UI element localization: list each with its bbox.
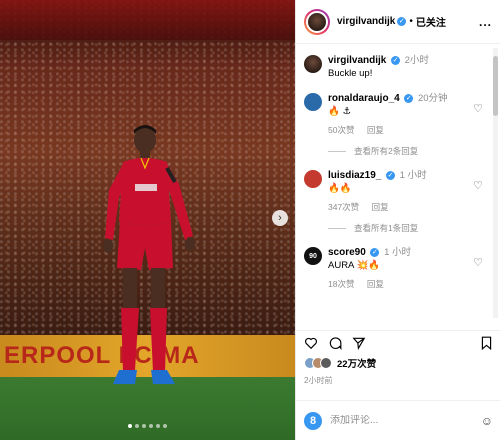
like-comment-icon[interactable]: ♡: [473, 102, 483, 115]
following-button[interactable]: 已关注: [416, 14, 446, 29]
comment-time: 1 小时: [399, 170, 427, 181]
author-username[interactable]: virgilvandijk: [337, 16, 395, 27]
like-comment-icon[interactable]: ♡: [473, 179, 483, 192]
scrollbar-thumb[interactable]: [493, 56, 498, 116]
bookmark-icon[interactable]: [480, 336, 493, 350]
like-comment-icon[interactable]: ♡: [473, 256, 483, 269]
comment-likes[interactable]: 347次赞: [328, 202, 359, 212]
comment-likes[interactable]: 18次赞: [328, 279, 354, 289]
view-replies-button[interactable]: 查看所有1条回复: [328, 222, 483, 234]
comment-likes[interactable]: 50次赞: [328, 125, 354, 135]
comment-text: 🔥 ⚓: [328, 106, 351, 117]
next-slide-button[interactable]: ›: [272, 210, 288, 226]
caption: virgilvandijk ✓ 2小时 Buckle up!: [304, 54, 483, 80]
comment-avatar[interactable]: [304, 170, 322, 188]
more-options-icon[interactable]: ...: [479, 15, 492, 29]
carousel-dot: [156, 424, 160, 428]
caption-text: Buckle up!: [328, 68, 373, 79]
carousel-dot: [163, 424, 167, 428]
comment-username[interactable]: ronaldaraujo_4: [328, 93, 400, 104]
likes-count[interactable]: 22万次赞: [337, 356, 376, 370]
comment-avatar[interactable]: [304, 93, 322, 111]
verified-badge-icon: ✓: [386, 170, 395, 180]
carousel-dot: [142, 424, 146, 428]
emoji-icon[interactable]: ☺: [481, 414, 493, 428]
caption-avatar[interactable]: [304, 55, 322, 73]
liker-avatar: [320, 357, 332, 369]
post-header: virgilvandijk ✓ • 已关注 ...: [296, 0, 500, 44]
like-icon[interactable]: [304, 336, 318, 350]
reply-button[interactable]: 回复: [372, 202, 389, 212]
likes-summary[interactable]: 22万次赞: [304, 356, 376, 370]
verified-badge-icon: ✓: [391, 55, 400, 65]
carousel-dot: [128, 424, 132, 428]
reply-button[interactable]: 回复: [367, 279, 384, 289]
carousel-indicator: [128, 424, 167, 428]
post-timestamp: 2小时前: [304, 376, 333, 385]
view-replies-label: 查看所有2条回复: [354, 146, 419, 156]
view-replies-button[interactable]: 查看所有2条回复: [328, 145, 483, 157]
view-replies-label: 查看所有1条回复: [354, 223, 419, 233]
post-image[interactable]: ERPOOL FC MA ›: [0, 0, 295, 440]
comments-list: virgilvandijk ✓ 2小时 Buckle up! ronaldara…: [296, 48, 491, 318]
stand-roof: [0, 0, 295, 40]
separator: •: [409, 16, 413, 27]
carousel-dot: [149, 424, 153, 428]
reply-button[interactable]: 回复: [367, 125, 384, 135]
caption-time: 2小时: [404, 55, 429, 66]
author-avatar[interactable]: [304, 8, 330, 35]
comments-scrollbar[interactable]: [493, 48, 498, 318]
share-icon[interactable]: [352, 336, 366, 350]
comment-time: 20分钟: [417, 93, 448, 104]
comment: 90 score90 ✓ 1 小时 AURA 💥🔥 18次赞 回复 ♡: [304, 246, 483, 291]
caption-username[interactable]: virgilvandijk: [328, 55, 386, 66]
verified-badge-icon: ✓: [370, 247, 380, 257]
verified-badge-icon: ✓: [397, 17, 407, 26]
comment-input[interactable]: [330, 415, 481, 426]
avatar-text: 90: [309, 252, 317, 260]
chevron-right-icon: ›: [278, 212, 282, 224]
carousel-dot: [135, 424, 139, 428]
current-user-avatar: 8: [304, 411, 322, 430]
verified-badge-icon: ✓: [404, 93, 414, 103]
comment-icon[interactable]: [328, 336, 342, 350]
comment-text: 🔥🔥: [328, 183, 352, 194]
comment-composer: 8 ☺: [296, 400, 500, 440]
comment-username[interactable]: score90: [328, 247, 366, 258]
comment-username[interactable]: luisdiaz19_: [328, 170, 381, 181]
post-side-panel: virgilvandijk ✓ • 已关注 ... virgilvandijk …: [295, 0, 500, 440]
player-figure: [103, 125, 195, 384]
comment: ronaldaraujo_4 ✓ 20分钟 🔥 ⚓ 50次赞 回复 ♡: [304, 92, 483, 137]
post-actions: [296, 330, 500, 354]
comment-time: 1 小时: [384, 247, 412, 258]
comment-text: AURA 💥🔥: [328, 260, 381, 271]
current-user-avatar-letter: 8: [309, 414, 317, 427]
comment: luisdiaz19_ ✓ 1 小时 🔥🔥 347次赞 回复 ♡: [304, 169, 483, 214]
comment-avatar[interactable]: 90: [304, 247, 322, 265]
